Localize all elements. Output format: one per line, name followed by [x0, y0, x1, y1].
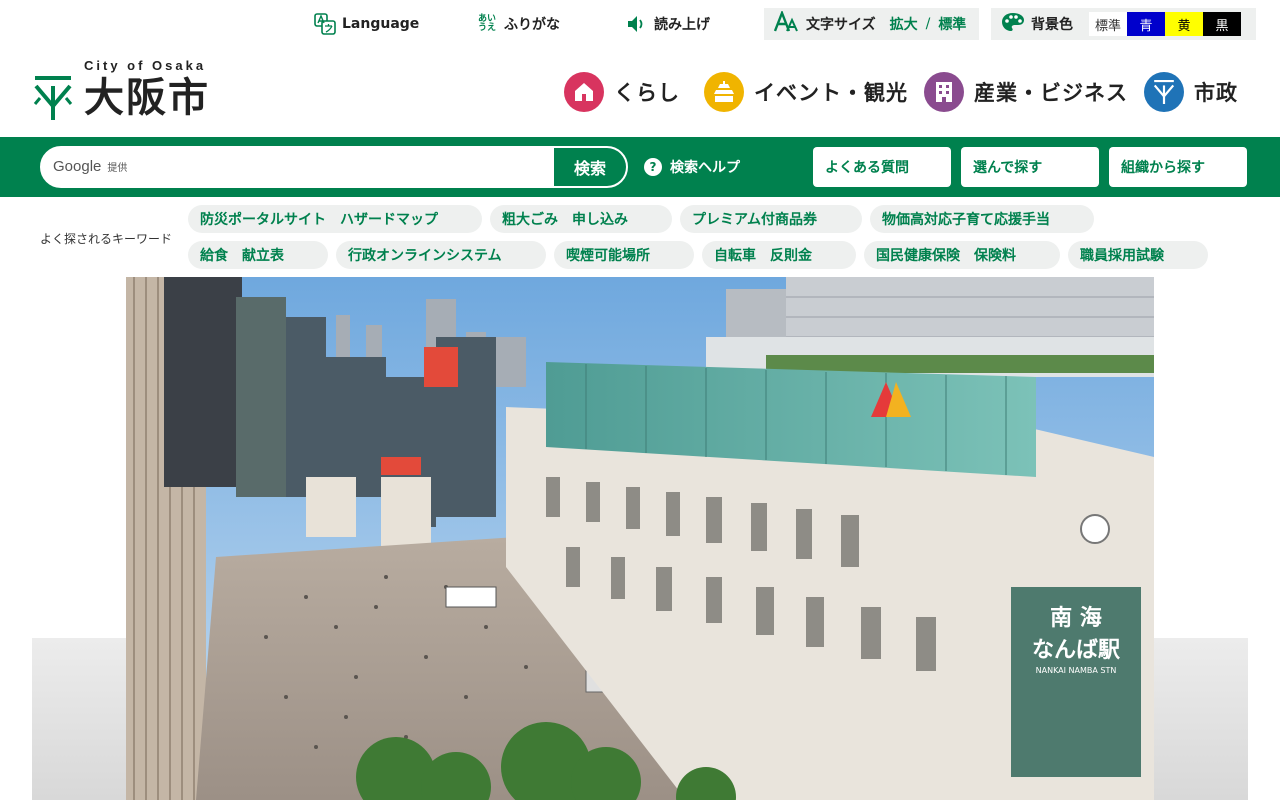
nav-label: イベント・観光 [754, 81, 908, 105]
nav-city-administration[interactable]: 市政 [1144, 72, 1238, 112]
text-size-icon [773, 9, 798, 37]
text-size-separator: / [925, 16, 931, 32]
keyword-chip[interactable]: 行政オンラインシステム [336, 241, 546, 269]
house-icon [564, 72, 604, 112]
language-label: Language [342, 16, 420, 32]
text-size-enlarge[interactable]: 拡大 [890, 14, 918, 34]
speaker-icon [626, 13, 648, 35]
search-button[interactable]: 検索 [554, 148, 626, 186]
language-link[interactable]: Language [314, 12, 419, 36]
palette-icon [1001, 11, 1025, 37]
text-size-standard[interactable]: 標準 [938, 14, 966, 34]
nav-events-tourism[interactable]: イベント・観光 [704, 72, 908, 112]
keyword-chip[interactable]: 防災ポータルサイト ハザードマップ [188, 205, 482, 233]
search-by-organization-button[interactable]: 組織から探す [1109, 147, 1247, 187]
search-help-label: 検索ヘルプ [670, 160, 740, 176]
read-aloud-link[interactable]: 読み上げ [626, 12, 710, 36]
bg-yellow-button[interactable]: 黄 [1165, 12, 1203, 36]
search-box: Google 提供 検索 [40, 146, 628, 188]
hero-image-namba: 南 海 なんば駅 NANKAI NAMBA STN [126, 277, 1154, 800]
osaka-city-logo[interactable]: City of Osaka 大阪市 [32, 58, 232, 124]
search-band: Google 提供 検索 ? 検索ヘルプ よくある質問 選んで探す 組織から探す [0, 137, 1280, 197]
search-input[interactable] [42, 148, 554, 186]
keyword-chip[interactable]: 職員採用試験 [1068, 241, 1208, 269]
station-sign-line1: 南 海 [1050, 605, 1102, 631]
building-icon [924, 72, 964, 112]
station-sign-line2: なんば駅 [1032, 638, 1120, 663]
keyword-chip[interactable]: 物価高対応子育て応援手当 [870, 205, 1094, 233]
nav-industry-business[interactable]: 産業・ビジネス [924, 72, 1128, 112]
read-aloud-label: 読み上げ [654, 17, 710, 33]
city-emblem-icon [1144, 72, 1184, 112]
bg-blue-button[interactable]: 青 [1127, 12, 1165, 36]
search-help-link[interactable]: ? 検索ヘルプ [644, 157, 740, 177]
station-sign-line3: NANKAI NAMBA STN [1036, 666, 1117, 675]
utility-bar: Language あい うえ ふりがな 読み上げ 文字サイズ 拡大 / 標準 背… [0, 0, 1280, 48]
furigana-link[interactable]: あい うえ ふりがな [476, 12, 560, 36]
nav-label: 産業・ビジネス [974, 81, 1128, 105]
keyword-chip[interactable]: プレミアム付商品券 [680, 205, 862, 233]
furigana-icon: あい うえ [477, 14, 496, 33]
keyword-chip[interactable]: 国民健康保険 保険料 [864, 241, 1060, 269]
keyword-chip[interactable]: 自転車 反則金 [702, 241, 856, 269]
keyword-chip[interactable]: 喫煙可能場所 [554, 241, 694, 269]
question-icon: ? [644, 158, 662, 176]
furigana-label: ふりがな [504, 17, 560, 33]
logo-title: 大阪市 [84, 75, 210, 121]
text-size-control: 文字サイズ 拡大 / 標準 [764, 8, 979, 40]
nav-kurashi[interactable]: くらし [564, 72, 680, 112]
background-color-control: 背景色 標準 青 黄 黒 [991, 8, 1256, 40]
text-size-label: 文字サイズ [806, 17, 876, 33]
osaka-castle-icon [704, 72, 744, 112]
popular-keywords-title: よく探されるキーワード [40, 232, 173, 246]
logo-subtitle: City of Osaka [84, 58, 207, 73]
translate-icon [314, 13, 336, 35]
nav-label: くらし [614, 81, 680, 105]
faq-button[interactable]: よくある質問 [813, 147, 951, 187]
bg-black-button[interactable]: 黒 [1203, 12, 1241, 36]
bg-standard-button[interactable]: 標準 [1089, 12, 1127, 36]
browse-button[interactable]: 選んで探す [961, 147, 1099, 187]
keyword-chip[interactable]: 粗大ごみ 申し込み [490, 205, 672, 233]
city-emblem-icon [32, 76, 74, 124]
background-color-label: 背景色 [1031, 17, 1073, 33]
keyword-chip[interactable]: 給食 献立表 [188, 241, 328, 269]
nav-label: 市政 [1194, 81, 1238, 105]
